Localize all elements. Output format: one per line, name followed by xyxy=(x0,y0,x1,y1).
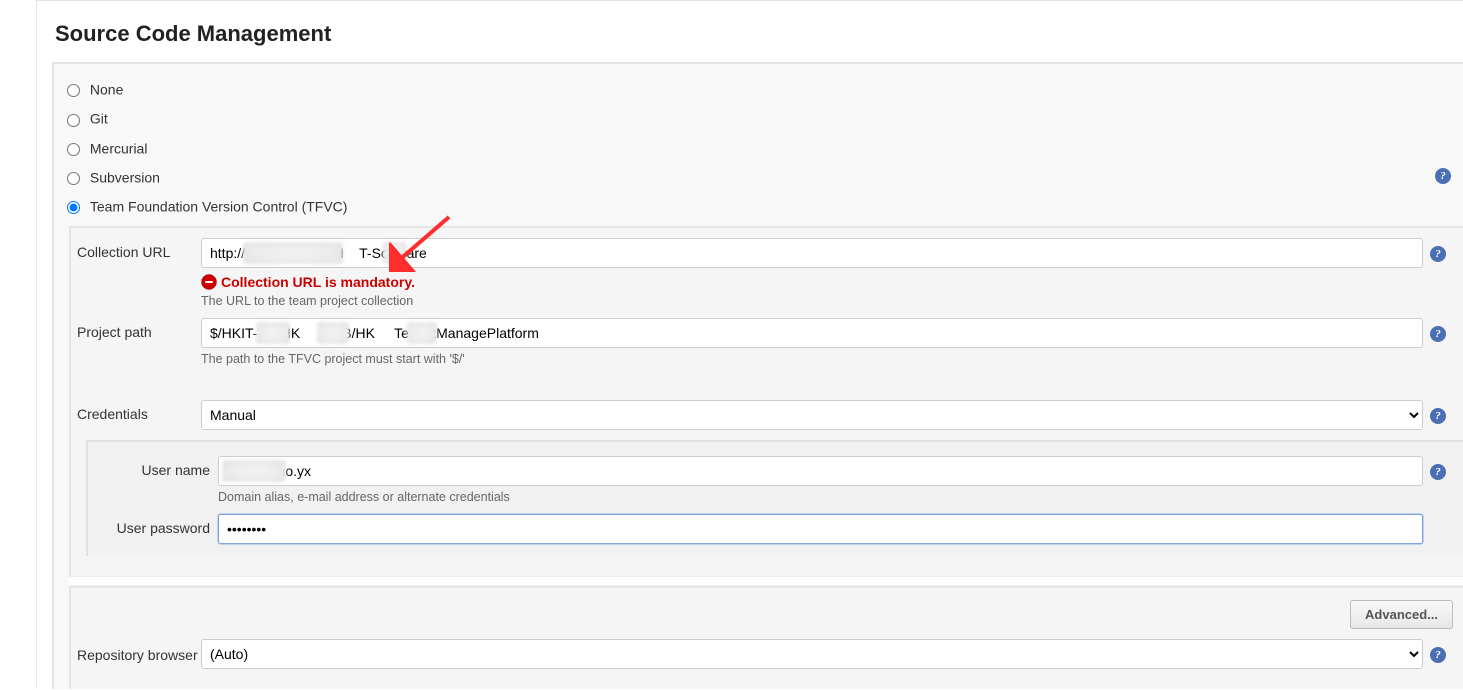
scm-option-git[interactable]: Git xyxy=(54,103,1463,132)
radio-subversion-label: Subversion xyxy=(90,169,160,185)
scm-panel: None Git Mercurial Subversion ? Team Fou… xyxy=(52,62,1463,689)
error-icon xyxy=(201,274,217,290)
radio-subversion[interactable] xyxy=(67,172,80,185)
credentials-manual-block: User name Domain alias, e-mail address o… xyxy=(86,440,1463,556)
help-icon[interactable]: ? xyxy=(1430,647,1446,663)
username-hint: Domain alias, e-mail address or alternat… xyxy=(218,490,1423,504)
radio-git-label: Git xyxy=(90,111,108,127)
radio-none-label: None xyxy=(90,81,123,97)
tfvc-advanced-area: Advanced... Repository browser (Auto) ? xyxy=(69,586,1463,689)
help-icon[interactable]: ? xyxy=(1430,326,1446,342)
credentials-select[interactable]: Manual xyxy=(201,400,1423,430)
divider xyxy=(69,576,1463,586)
radio-git[interactable] xyxy=(67,114,80,127)
radio-mercurial[interactable] xyxy=(67,143,80,156)
username-input[interactable] xyxy=(218,456,1423,486)
collection-url-input[interactable] xyxy=(201,238,1423,268)
password-input[interactable] xyxy=(218,514,1423,544)
help-icon[interactable]: ? xyxy=(1435,168,1451,184)
scm-option-subversion[interactable]: Subversion ? xyxy=(54,162,1463,191)
repo-browser-label: Repository browser xyxy=(77,639,201,663)
project-path-input[interactable] xyxy=(201,318,1423,348)
password-label: User password xyxy=(114,514,218,536)
radio-tfvc[interactable] xyxy=(67,201,80,214)
username-label: User name xyxy=(114,456,218,478)
collection-url-error: Collection URL is mandatory. xyxy=(201,274,1423,290)
scm-option-tfvc[interactable]: Team Foundation Version Control (TFVC) xyxy=(54,191,1463,220)
credentials-label: Credentials xyxy=(77,400,201,422)
tfvc-config: Collection URL Collec xyxy=(69,226,1463,576)
project-path-label: Project path xyxy=(77,318,201,340)
collection-url-hint: The URL to the team project collection xyxy=(201,294,1423,308)
collection-url-label: Collection URL xyxy=(77,238,201,260)
scm-option-mercurial[interactable]: Mercurial xyxy=(54,133,1463,162)
collection-url-error-text: Collection URL is mandatory. xyxy=(221,274,415,290)
help-icon[interactable]: ? xyxy=(1430,246,1446,262)
radio-none[interactable] xyxy=(67,84,80,97)
section-title: Source Code Management xyxy=(37,1,1463,62)
repo-browser-select[interactable]: (Auto) xyxy=(201,639,1423,669)
project-path-hint: The path to the TFVC project must start … xyxy=(201,352,1423,366)
advanced-button[interactable]: Advanced... xyxy=(1350,600,1453,629)
radio-mercurial-label: Mercurial xyxy=(90,140,148,156)
scm-option-none[interactable]: None xyxy=(54,74,1463,103)
help-icon[interactable]: ? xyxy=(1430,464,1446,480)
help-icon[interactable]: ? xyxy=(1430,408,1446,424)
radio-tfvc-label: Team Foundation Version Control (TFVC) xyxy=(90,198,348,214)
